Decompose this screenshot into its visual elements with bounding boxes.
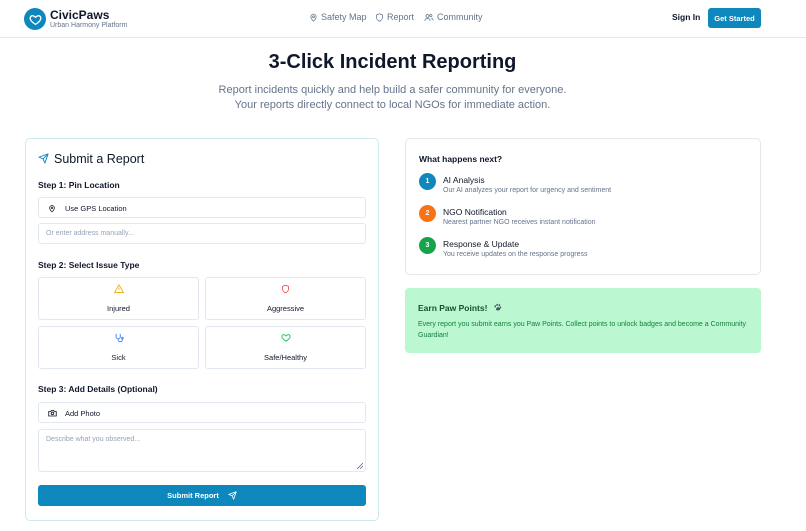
shield-icon [282,284,289,294]
gps-label: Use GPS Location [65,204,127,213]
brand-tagline: Urban Harmony Platform [50,22,128,29]
next-item-title: AI Analysis [443,175,485,185]
map-pin-icon [310,13,317,22]
nav-label: Community [437,12,483,22]
issue-label: Injured [107,304,130,313]
what-happens-next-card: What happens next? 1 AI Analysis Our AI … [405,138,761,275]
paw-title-text: Earn Paw Points! [418,303,488,313]
top-header: CivicPaws Urban Harmony Platform Safety … [0,0,806,38]
nav-community[interactable]: Community [424,12,483,22]
get-started-button[interactable]: Get Started [708,8,761,28]
issue-injured[interactable]: Injured [38,277,199,320]
submit-report-card: Submit a Report Step 1: Pin Location Use… [25,138,379,521]
nav-report[interactable]: Report [375,12,414,22]
step2-label: Step 2: Select Issue Type [38,260,140,270]
logo-heart-icon[interactable] [24,8,46,30]
paw-title: Earn Paw Points! [418,303,502,313]
brand-name[interactable]: CivicPaws [50,8,109,22]
paw-points-card: Earn Paw Points! Every report you submit… [405,288,761,353]
submit-label: Submit Report [167,491,219,500]
submit-report-button[interactable]: Submit Report [38,485,366,506]
stethoscope-icon [115,333,124,343]
hero-subtitle-line1: Report incidents quickly and help build … [218,84,567,96]
next-item-title: Response & Update [443,239,520,249]
heart-icon [280,334,291,342]
shield-icon [376,12,383,22]
next-item-desc: Nearest partner NGO receives instant not… [443,219,596,226]
step1-label: Step 1: Pin Location [38,180,120,190]
map-pin-icon [49,205,55,213]
sign-in-link[interactable]: Sign In [672,12,700,22]
camera-icon [48,409,57,417]
address-placeholder: Or enter address manually... [46,230,134,237]
hero-subtitle-line2: Your reports directly connect to local N… [234,99,551,111]
address-input[interactable]: Or enter address manually... [38,223,366,244]
issue-aggressive[interactable]: Aggressive [205,277,366,320]
next-item-desc: You receive updates on the response prog… [443,251,588,258]
issue-sick[interactable]: Sick [38,326,199,369]
issue-label: Aggressive [266,304,305,313]
users-icon [424,13,434,21]
step-number-badge: 1 [419,173,436,190]
resize-handle-icon[interactable] [357,463,363,469]
gps-location-button[interactable]: Use GPS Location [38,197,366,218]
step-number-badge: 2 [419,205,436,222]
nav-label: Report [387,12,415,22]
paw-icon [494,303,502,311]
details-placeholder: Describe what you observed... [46,436,141,443]
next-title: What happens next? [419,154,503,164]
warning-icon [113,284,124,293]
send-icon [228,491,237,500]
photo-label: Add Photo [65,409,101,418]
next-item-title: NGO Notification [443,207,507,217]
issue-safe-healthy[interactable]: Safe/Healthy [205,326,366,369]
details-textarea[interactable]: Describe what you observed... [38,429,366,472]
issue-label: Safe/Healthy [264,353,307,362]
paw-description: Every report you submit earns you Paw Po… [418,321,746,339]
nav-safety-map[interactable]: Safety Map [309,12,367,22]
add-photo-button[interactable]: Add Photo [38,402,366,423]
page-title: 3-Click Incident Reporting [268,51,517,73]
send-icon [38,153,49,164]
step3-label: Step 3: Add Details (Optional) [38,384,158,394]
nav-label: Safety Map [321,12,367,22]
issue-label: Sick [111,353,126,362]
step-number-badge: 3 [419,237,436,254]
card-title: Submit a Report [54,152,145,166]
next-item-desc: Our AI analyzes your report for urgency … [443,187,612,194]
